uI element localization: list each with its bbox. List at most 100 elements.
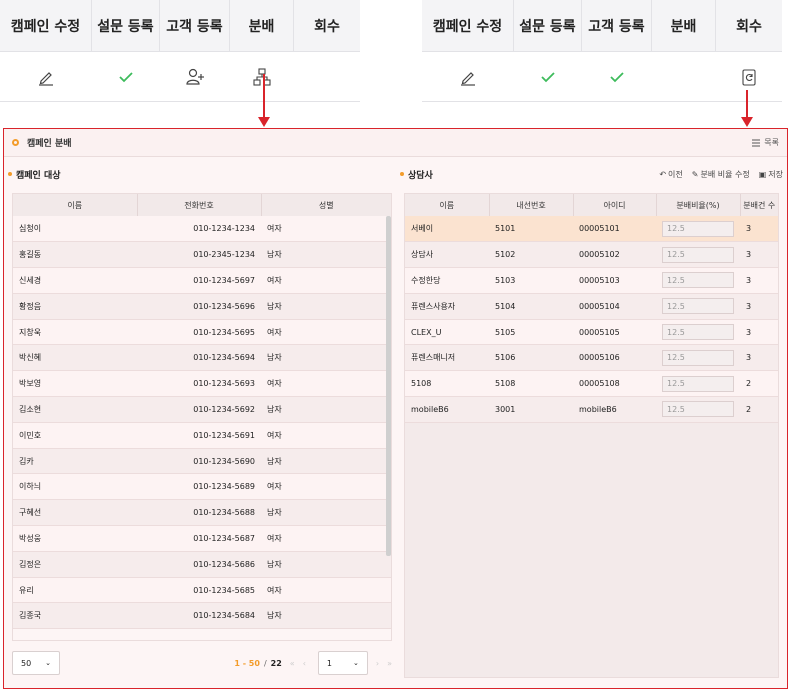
table-row[interactable]: 상담사 5102 00005102 12.5 3 [405, 241, 778, 269]
pointer-arrow-distribute [258, 74, 270, 127]
cell-agent-id: mobileB6 [573, 396, 656, 423]
cell-gender: 남자 [261, 448, 391, 475]
table-row[interactable]: 김종국 010-1234-5684 남자 [13, 602, 391, 630]
page-size-select[interactable]: 50 ⌄ [12, 651, 60, 675]
cell-gender: 남자 [261, 602, 391, 630]
check-icon[interactable] [609, 69, 625, 85]
cell-count: 3 [740, 319, 778, 346]
col-ratio[interactable]: 분배비율(%) [656, 194, 741, 216]
page-range: 1 - 50 [234, 658, 260, 668]
cell-agent-name: 퓨렌스사용자 [405, 293, 489, 320]
toolbar-right-header: 캠페인 수정 설문 등록 고객 등록 분배 회수 [422, 0, 782, 52]
bullet-icon [8, 172, 12, 176]
cell-ratio: 12.5 [656, 370, 740, 398]
cell-extension: 5108 [489, 370, 573, 398]
ratio-input[interactable]: 12.5 [662, 220, 734, 237]
table-row[interactable]: 황정음 010-1234-5696 남자 [13, 293, 391, 320]
cell-phone: 010-1234-5695 [137, 319, 261, 346]
table-row[interactable]: 퓨렌스매니저 5106 00005106 12.5 3 [405, 344, 778, 372]
table-row[interactable]: 박보영 010-1234-5693 여자 [13, 370, 391, 398]
table-row[interactable]: 구혜선 010-1234-5688 남자 [13, 499, 391, 527]
table-row[interactable]: 서베이 5101 00005101 12.5 3 [405, 216, 778, 243]
agent-header: 상담사 ↶ 이전 ✎ 분배 비율 수정 ▣ 저장 [400, 163, 783, 185]
col-gender[interactable]: 성별 [261, 194, 391, 216]
add-user-icon[interactable] [185, 68, 205, 86]
col-extension[interactable]: 내선번호 [489, 194, 574, 216]
cell-phone: 010-1234-5691 [137, 422, 261, 449]
pencil-icon[interactable] [37, 68, 55, 86]
cell-phone: 010-1234-5686 [137, 551, 261, 578]
next-page-icon[interactable]: › [376, 659, 379, 668]
cell-agent-id: 00005106 [573, 344, 656, 372]
list-button[interactable]: 목록 [752, 137, 779, 148]
col-phone[interactable]: 전화번호 [137, 194, 262, 216]
col-agent-name[interactable]: 이름 [405, 194, 490, 216]
table-row[interactable]: 심청이 010-1234-1234 여자 [13, 216, 391, 243]
ratio-input[interactable]: 12.5 [662, 401, 734, 418]
cell-agent-name: 수정한당 [405, 267, 489, 294]
cell-agent-name: 상담사 [405, 241, 489, 269]
table-row[interactable]: mobileB6 3001 mobileB6 12.5 2 [405, 396, 778, 423]
ratio-input[interactable]: 12.5 [662, 246, 734, 263]
table-row[interactable]: 유리 010-1234-5685 여자 [13, 577, 391, 604]
table-row[interactable]: 신세경 010-1234-5697 여자 [13, 267, 391, 294]
table-row[interactable]: 이하늬 010-1234-5689 여자 [13, 473, 391, 501]
retrieve-icon[interactable] [740, 68, 758, 86]
page-select[interactable]: 1 ⌄ [317, 651, 368, 675]
cell-name: 김종국 [13, 602, 137, 630]
table-row[interactable]: 지창욱 010-1234-5695 여자 [13, 319, 391, 346]
table-row[interactable]: CLEX_U 5105 00005105 12.5 3 [405, 319, 778, 346]
col-name[interactable]: 이름 [13, 194, 138, 216]
table-row[interactable]: 5108 5108 00005108 12.5 2 [405, 370, 778, 398]
table-row[interactable]: 김소현 010-1234-5692 남자 [13, 396, 391, 423]
table-row[interactable]: 이민호 010-1234-5691 여자 [13, 422, 391, 449]
table-row[interactable]: 김정은 010-1234-5686 남자 [13, 551, 391, 578]
ratio-input[interactable]: 12.5 [662, 375, 734, 392]
prev-page-icon[interactable]: ‹ [303, 659, 306, 668]
ratio-input[interactable]: 12.5 [662, 298, 734, 315]
prev-button[interactable]: ↶ 이전 [659, 169, 682, 180]
hierarchy-icon[interactable] [253, 67, 271, 86]
cell-name: 김소현 [13, 396, 137, 423]
col-count[interactable]: 분배건 수 [740, 194, 778, 216]
cell-ratio: 12.5 [656, 241, 740, 269]
cell-phone: 010-1234-5693 [137, 370, 261, 398]
check-icon[interactable] [540, 69, 556, 85]
table-row[interactable]: 홍길동 010-2345-1234 남자 [13, 241, 391, 269]
table-header-row: 이름 내선번호 아이디 분배비율(%) 분배건 수 [405, 194, 778, 216]
panel-title: 캠페인 분배 [27, 139, 72, 149]
table-row[interactable]: 박성웅 010-1234-5687 여자 [13, 525, 391, 552]
page-separator: / [263, 658, 267, 668]
campaign-target-header: 캠페인 대상 [8, 163, 394, 185]
cell-agent-id: 00005108 [573, 370, 656, 398]
col-retrieve: 회수 [314, 18, 340, 35]
check-icon[interactable] [118, 69, 134, 85]
toolbar-right-row [422, 52, 782, 102]
ratio-input[interactable]: 12.5 [662, 349, 734, 366]
col-agent-id[interactable]: 아이디 [573, 194, 657, 216]
cell-extension: 5102 [489, 241, 573, 269]
agent-tools: ↶ 이전 ✎ 분배 비율 수정 ▣ 저장 [659, 169, 783, 180]
cell-name: 황정음 [13, 293, 137, 320]
ratio-input[interactable]: 12.5 [662, 272, 734, 289]
edit-ratio-button[interactable]: ✎ 분배 비율 수정 [692, 169, 750, 180]
bullet-icon [400, 172, 404, 176]
cell-gender: 남자 [261, 396, 391, 423]
page-size-value: 50 [21, 658, 32, 668]
cell-gender: 여자 [261, 525, 391, 552]
pencil-icon: ✎ [691, 169, 699, 179]
ratio-input[interactable]: 12.5 [662, 324, 734, 341]
first-page-icon[interactable]: « [290, 659, 295, 668]
cell-name: 구혜선 [13, 499, 137, 527]
save-button[interactable]: ▣ 저장 [759, 169, 783, 180]
vertical-scrollbar[interactable] [386, 216, 391, 556]
campaign-target-section: 캠페인 대상 이름 전화번호 성별 심청이 010-1234-1234 여자 홍길동 0… [8, 163, 394, 684]
table-row[interactable]: 박신혜 010-1234-5694 남자 [13, 344, 391, 372]
table-row[interactable]: 퓨렌스사용자 5104 00005104 12.5 3 [405, 293, 778, 320]
table-row[interactable]: 수정한당 5103 00005103 12.5 3 [405, 267, 778, 294]
table-row[interactable]: 김카 010-1234-5690 남자 [13, 448, 391, 475]
pencil-icon[interactable] [459, 68, 477, 86]
cell-agent-id: 00005103 [573, 267, 656, 294]
cell-gender: 남자 [261, 344, 391, 372]
last-page-icon[interactable]: » [387, 659, 392, 668]
